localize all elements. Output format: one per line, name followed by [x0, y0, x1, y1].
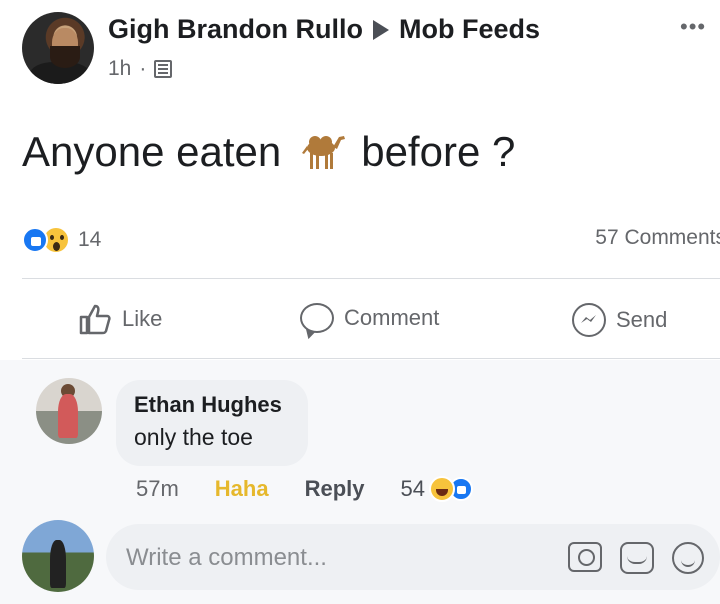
like-reaction-icon: [22, 227, 48, 253]
post-header: Gigh Brandon Rullo Mob Feeds: [108, 14, 540, 45]
current-user-avatar: [22, 520, 94, 592]
commenter-avatar[interactable]: [36, 378, 102, 444]
post-text: Anyone eaten before ?: [22, 128, 515, 176]
arrow-right-icon: [372, 19, 389, 40]
thumbs-up-icon: [78, 303, 112, 335]
more-options-icon[interactable]: •••: [680, 16, 706, 38]
comment-bubble-icon: [300, 303, 334, 333]
camel-icon: [295, 131, 347, 173]
like-label: Like: [122, 306, 163, 331]
comment-input[interactable]: Write a comment...: [106, 524, 720, 590]
comment-author[interactable]: Ethan Hughes: [134, 392, 290, 418]
dot-separator: ·: [139, 57, 147, 80]
send-button[interactable]: Send: [572, 303, 667, 337]
comment-button[interactable]: Comment: [300, 303, 439, 333]
comment-reaction-count[interactable]: 54: [401, 476, 425, 502]
comment-time[interactable]: 57m: [136, 476, 179, 502]
comment-haha-button[interactable]: Haha: [215, 476, 269, 502]
comment-text: only the toe: [134, 424, 253, 450]
send-label: Send: [616, 307, 668, 332]
post-text-before: Anyone eaten: [22, 128, 282, 175]
post-card: Gigh Brandon Rullo Mob Feeds 1h · ••• An…: [0, 0, 720, 604]
group-name[interactable]: Mob Feeds: [399, 14, 540, 45]
comments-count[interactable]: 57 Comments: [595, 226, 720, 250]
author-avatar[interactable]: [22, 12, 94, 84]
comment-input-placeholder: Write a comment...: [126, 544, 327, 571]
comment-reply-button[interactable]: Reply: [305, 476, 365, 502]
messenger-icon: [572, 303, 606, 337]
camera-icon[interactable]: [568, 542, 602, 572]
post-meta: 1h ·: [108, 57, 173, 81]
divider: [22, 278, 720, 279]
haha-reaction-icon: [429, 476, 455, 502]
emoji-icon[interactable]: [672, 542, 704, 574]
sticker-icon[interactable]: [620, 542, 654, 574]
reaction-count: 14: [78, 228, 102, 251]
divider: [22, 358, 720, 359]
comment-label: Comment: [344, 305, 440, 330]
author-name[interactable]: Gigh Brandon Rullo: [108, 14, 363, 45]
comment-meta: 57m Haha Reply 54: [136, 476, 473, 502]
post-time[interactable]: 1h: [108, 57, 131, 81]
like-button[interactable]: Like: [78, 303, 162, 335]
comment-bubble: Ethan Hughes only the toe: [116, 380, 308, 466]
privacy-icon[interactable]: [154, 60, 173, 78]
reactions-summary[interactable]: 14: [22, 226, 101, 254]
post-text-after: before ?: [361, 128, 516, 175]
